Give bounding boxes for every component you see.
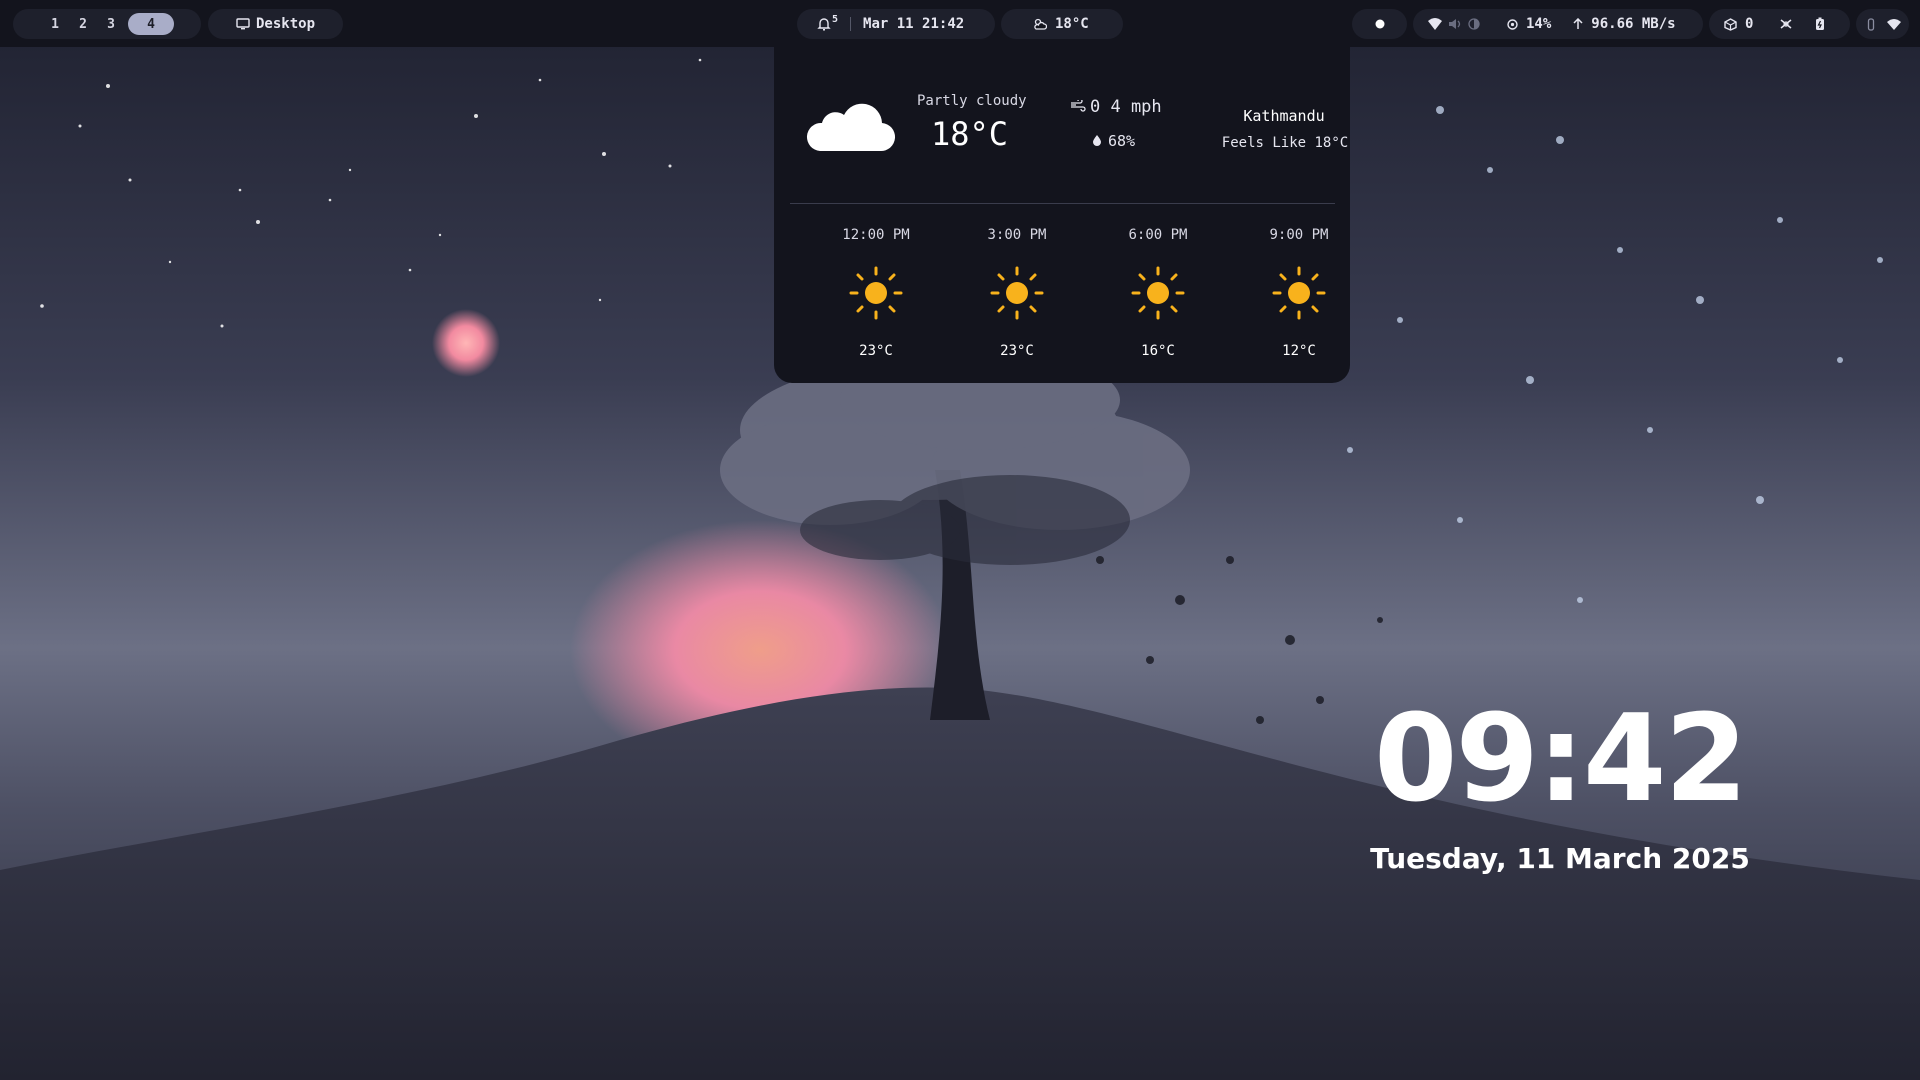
active-window[interactable]: Desktop	[208, 9, 343, 39]
desktop-clock: 09:42 Tuesday, 11 March 2025	[1360, 690, 1760, 876]
weather-temp: 18°C	[1055, 16, 1089, 32]
tray-left: 0	[1709, 9, 1850, 39]
humidity-value: 68%	[1108, 132, 1136, 150]
bluetooth-icon[interactable]	[1779, 18, 1793, 30]
tray-right	[1856, 9, 1909, 39]
cpu-usage: 14%	[1526, 16, 1552, 32]
workspace-switcher: 1 2 3 4	[13, 9, 201, 39]
clock-widget[interactable]: 5 Mar 11 21:42	[797, 9, 995, 39]
recording-indicator[interactable]	[1352, 9, 1407, 39]
wind-speed: 0 4 mph	[1090, 97, 1162, 117]
workspace-1[interactable]: 1	[44, 13, 66, 35]
bell-icon[interactable]	[817, 17, 831, 31]
divider	[790, 203, 1335, 204]
mic-icon[interactable]	[1867, 17, 1875, 31]
monitor-icon	[236, 18, 250, 30]
forecast-item: 9:00 PM 12°C	[1239, 227, 1359, 367]
arrow-up-icon	[1573, 18, 1583, 30]
weather-popup: Partly cloudy 18°C 0 4 mph 68% Kathmandu…	[774, 47, 1350, 383]
notification-count: 5	[832, 13, 839, 25]
sun-icon	[1272, 266, 1326, 320]
sun-icon	[849, 266, 903, 320]
forecast-time: 6:00 PM	[1128, 227, 1188, 243]
forecast-item: 6:00 PM 16°C	[1098, 227, 1218, 367]
droplet-icon	[1092, 132, 1102, 150]
wifi-icon[interactable]	[1428, 18, 1442, 30]
workspace-3[interactable]: 3	[100, 13, 122, 35]
datetime-text: Mar 11 21:42	[863, 16, 965, 32]
forecast-temp: 16°C	[1141, 343, 1175, 359]
package-icon[interactable]	[1724, 17, 1737, 31]
feels-like: Feels Like 18°C	[1221, 135, 1349, 151]
clock-date: Tuesday, 11 March 2025	[1370, 842, 1750, 875]
cloud-sun-icon	[1033, 18, 1047, 30]
forecast-item: 12:00 PM 23°C	[816, 227, 936, 367]
brightness-icon[interactable]	[1468, 18, 1480, 30]
wind-info: 0 4 mph	[1070, 97, 1162, 117]
forecast-temp: 23°C	[859, 343, 893, 359]
clock-time: 09:42	[1374, 690, 1748, 829]
workspace-2[interactable]: 2	[72, 13, 94, 35]
workspace-4[interactable]: 4	[128, 13, 174, 35]
weather-condition: Partly cloudy	[917, 93, 1027, 109]
sun-icon	[990, 266, 1044, 320]
forecast-time: 3:00 PM	[987, 227, 1047, 243]
forecast-temp: 12°C	[1282, 343, 1316, 359]
battery-icon[interactable]	[1815, 17, 1825, 31]
record-dot-icon	[1375, 19, 1385, 29]
volume-icon[interactable]	[1448, 18, 1462, 30]
wind-icon	[1070, 97, 1086, 117]
active-window-label: Desktop	[256, 16, 316, 32]
forecast-time: 9:00 PM	[1269, 227, 1329, 243]
forecast-time: 12:00 PM	[842, 227, 910, 243]
sun-icon	[1131, 266, 1185, 320]
network-speed: 96.66 MB/s	[1591, 16, 1676, 32]
top-bar: 1 2 3 4 Desktop 5 Mar 11 21:42 18°C 14% …	[0, 0, 1920, 47]
cloud-icon	[804, 95, 896, 159]
wifi-icon[interactable]	[1887, 18, 1901, 30]
updates-count: 0	[1745, 16, 1754, 32]
weather-temperature: 18°C	[931, 115, 1009, 153]
weather-widget[interactable]: 18°C	[1001, 9, 1123, 39]
forecast-temp: 23°C	[1000, 343, 1034, 359]
divider	[850, 17, 852, 31]
forecast-item: 3:00 PM 23°C	[957, 227, 1077, 367]
system-stats: 14% 96.66 MB/s	[1413, 9, 1703, 39]
weather-location: Kathmandu	[1243, 107, 1325, 125]
humidity-info: 68%	[1092, 132, 1135, 150]
cpu-icon	[1506, 18, 1519, 31]
